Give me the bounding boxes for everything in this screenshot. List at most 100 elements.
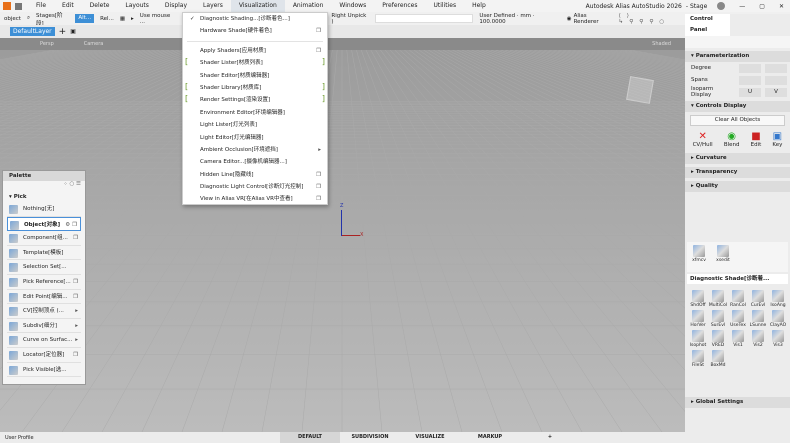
shade-tile[interactable]: IsoAng [768, 290, 788, 308]
palette-item[interactable]: Pick Reference[... ❐ [7, 275, 81, 290]
option-icon[interactable]: ❐ [73, 275, 78, 290]
option-box-icon[interactable]: ❐ [316, 193, 321, 205]
shade-tile[interactable]: BoxMd [708, 350, 728, 368]
play-icon[interactable]: ▸ [131, 16, 134, 22]
shading-label[interactable]: Shaded [652, 41, 671, 47]
pick-section[interactable]: ▾ Pick [3, 192, 85, 202]
menu-item[interactable]: Light Editor[灯光编辑器] [183, 132, 327, 144]
menu-item[interactable]: Apply Shaders[应用材质] ❐ [183, 45, 327, 57]
search-icon[interactable]: ⌕ [27, 15, 30, 22]
menu-windows[interactable]: Windows [331, 0, 374, 12]
units-display[interactable]: User Defined · mm · 100.0000 [479, 13, 560, 25]
control-blend[interactable]: ◉ Blend [724, 131, 740, 148]
menu-item[interactable]: Diagnostic Light Control[诊断灯光控制] ❐ [183, 181, 327, 193]
camera-label[interactable]: Camera [84, 41, 104, 47]
option-icon[interactable]: ▸ [75, 333, 78, 348]
curvature-section[interactable]: ▸ Curvature [685, 153, 790, 164]
menu-layers[interactable]: Layers [195, 0, 231, 12]
workspace-tab[interactable]: VISUALIZE [400, 432, 460, 443]
palette-menu-icon[interactable]: ⁘ ○ ☰ [3, 181, 85, 192]
transparency-section[interactable]: ▸ Transparency [685, 167, 790, 178]
shade-tile[interactable]: ClayAO [768, 310, 788, 328]
command-field[interactable] [375, 14, 474, 23]
palette-item[interactable]: Selection Set[... [7, 260, 81, 275]
shade-tile[interactable]: Vis2 [748, 330, 768, 348]
shade-tile[interactable]: FileSt [688, 350, 708, 368]
menu-visualization[interactable]: Visualization [230, 0, 285, 12]
palette-item[interactable]: Locator[定位器] ❐ [7, 348, 81, 363]
shade-tile[interactable]: ShdOff [688, 290, 708, 308]
isoparm-u-button[interactable]: U [739, 87, 761, 97]
option-icon[interactable]: ▸ [75, 319, 78, 334]
renderer-button[interactable]: Alias Renderer [574, 13, 613, 25]
control-key[interactable]: ▣ Key [772, 131, 782, 148]
viewport[interactable]: Z X [0, 49, 790, 433]
menu-item[interactable]: Ambient Occlusion[环境遮挡] ▸ [183, 144, 327, 156]
palette-item[interactable]: Component[组... ❐ [7, 231, 81, 246]
shade-tile[interactable]: MultiCol [708, 290, 728, 308]
option-icon[interactable]: ❐ [73, 290, 78, 305]
palette-item[interactable]: Nothing[无] [7, 202, 81, 217]
workspace-tab[interactable]: DEFAULT [280, 432, 340, 443]
home-icon[interactable] [15, 2, 22, 10]
shade-tile[interactable]: Vis1 [728, 330, 748, 348]
palette-item[interactable]: Template[模板] [7, 246, 81, 261]
palette-item[interactable]: Pick Visible[选... [7, 363, 81, 378]
control-cv-hull[interactable]: ✕ CV/Hull [693, 131, 713, 148]
maximize-button[interactable]: ▢ [759, 3, 765, 10]
shade-tile[interactable]: VRED [708, 330, 728, 348]
shade-tile[interactable]: Isophot [688, 330, 708, 348]
menu-item[interactable]: View in Alias VR[在Alias VR中查看] ❐ [183, 193, 327, 205]
menu-utilities[interactable]: Utilities [426, 0, 465, 12]
palette-item[interactable]: Curve on Surfac... ▸ [7, 333, 81, 348]
shade-tile[interactable]: RanCol [728, 290, 748, 308]
palette-item[interactable]: Edit Point[编辑... ❐ [7, 290, 81, 305]
menu-display[interactable]: Display [157, 0, 195, 12]
degree-field[interactable] [739, 63, 761, 73]
clear-all-objects-button[interactable]: Clear All Objects [690, 115, 785, 126]
option-box-icon[interactable]: ❐ [316, 169, 321, 181]
menu-item[interactable]: Light Lister[灯光列表] [183, 119, 327, 131]
alt-button[interactable]: Alt... [75, 14, 95, 23]
quality-section[interactable]: ▸ Quality [685, 181, 790, 192]
view-label[interactable]: Persp [40, 41, 54, 47]
spans-field[interactable] [739, 75, 761, 85]
minimize-button[interactable]: — [739, 3, 745, 10]
shelf-item[interactable]: xfmcv [689, 245, 709, 269]
menu-item[interactable]: [] Render Settings[渲染设置] [183, 94, 327, 106]
user-profile[interactable]: User Profile [0, 435, 280, 441]
control-edit[interactable]: ■ Edit [751, 131, 762, 148]
menu-item[interactable]: Camera Editor...[摄像机编辑器...] [183, 156, 327, 168]
pick-mode[interactable]: object [4, 16, 21, 22]
avatar[interactable] [717, 2, 726, 10]
menu-animation[interactable]: Animation [285, 0, 332, 12]
shade-tile[interactable]: CurEvl [748, 290, 768, 308]
diagnostic-shade-tab[interactable]: Diagnostic Shade[诊断着... [687, 274, 788, 284]
option-box-icon[interactable]: ❐ [316, 181, 321, 193]
menu-delete[interactable]: Delete [82, 0, 118, 12]
menu-item[interactable]: [] Shader Lister[材质列表] [183, 57, 327, 69]
isoparm-v-button[interactable]: V [765, 87, 787, 97]
shade-tile[interactable]: LSunne [748, 310, 768, 328]
palette-item[interactable]: CV[控制顶点 (... ▸ [7, 304, 81, 319]
default-layer-button[interactable]: DefaultLayer [10, 27, 55, 36]
option-icon[interactable]: ❐ [73, 348, 78, 363]
menu-item[interactable]: [] Shader Library[材质库] [183, 82, 327, 94]
shade-tile[interactable]: SurEvl [708, 310, 728, 328]
menu-item[interactable]: Hidden Line[隐藏线] ❐ [183, 169, 327, 181]
menu-item[interactable]: ✓ Diagnostic Shading...[诊断着色...] [183, 13, 327, 25]
spans-field-2[interactable] [765, 75, 787, 85]
close-button[interactable]: ✕ [779, 3, 784, 10]
degree-field-2[interactable] [765, 63, 787, 73]
workspace-tab[interactable]: SUBDIVISION [340, 432, 400, 443]
controls-display-section[interactable]: ▾ Controls Display [685, 101, 790, 112]
menu-preferences[interactable]: Preferences [374, 0, 425, 12]
grid-icon[interactable]: ▦ [120, 16, 125, 22]
menu-item[interactable]: Hardware Shade[硬件着色] ❐ [183, 25, 327, 37]
view-cube[interactable] [626, 76, 654, 104]
palette-item[interactable]: Object[对象] ⚙ ❐ [7, 216, 81, 232]
menu-item[interactable]: Environment Editor[环境编辑器] [183, 107, 327, 119]
layer-options-icon[interactable]: ▣ [70, 28, 76, 35]
snap-icons[interactable]: ⟨⟩↳⚲⚲⚲○ [619, 13, 685, 25]
shade-tile[interactable]: HorVer [688, 310, 708, 328]
